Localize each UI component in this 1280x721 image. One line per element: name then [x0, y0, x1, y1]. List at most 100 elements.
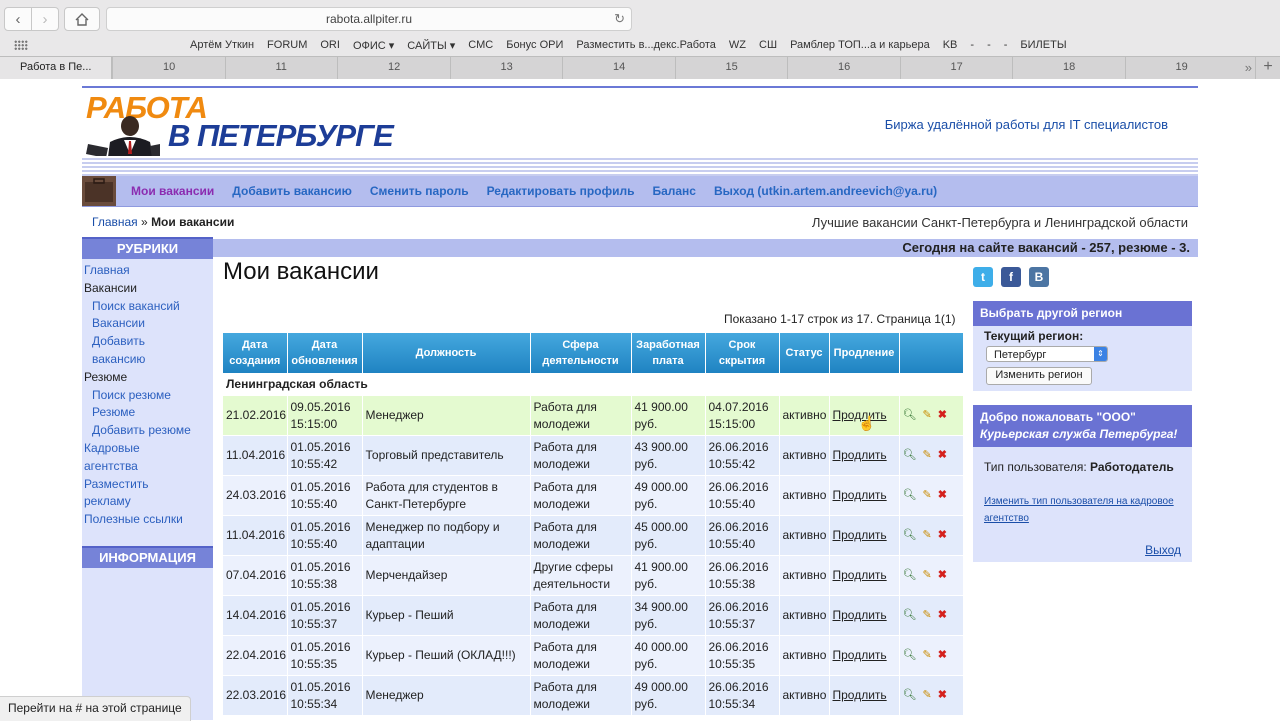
tab-item[interactable]: 11 [224, 57, 338, 79]
bookmark-item[interactable]: Разместить в...декс.Работа [576, 39, 716, 52]
logout-link[interactable]: Выход [1145, 543, 1181, 557]
apps-grid-icon[interactable] [14, 40, 28, 50]
facebook-icon[interactable]: f [1001, 267, 1021, 287]
forward-button[interactable]: › [32, 7, 59, 31]
tab-item[interactable]: 19 [1124, 57, 1238, 79]
bookmark-item[interactable]: - [1004, 39, 1008, 52]
prolong-link[interactable]: Продлить [829, 435, 900, 476]
prolong-link[interactable]: Продлить [829, 515, 900, 556]
menu-item[interactable]: Баланс [652, 184, 696, 198]
edit-icon[interactable]: ✎ [922, 407, 931, 424]
tab-item[interactable]: 14 [562, 57, 675, 79]
cell-updated: 01.05.2016 10:55:34 [287, 675, 363, 716]
edit-icon[interactable]: ✎ [922, 647, 931, 664]
logo-line2[interactable]: В ПЕТЕРБУРГЕ [168, 118, 394, 154]
reload-icon[interactable]: ↻ [614, 11, 625, 27]
bookmark-item[interactable]: СМС [468, 39, 493, 52]
tab-item[interactable]: 17 [899, 57, 1013, 79]
bookmark-item[interactable]: FORUM [267, 39, 307, 52]
view-icon[interactable]: 🔍︎ [903, 487, 917, 504]
view-icon[interactable]: 🔍︎ [903, 687, 917, 704]
tab-item[interactable]: 13 [449, 57, 563, 79]
menu-item[interactable]: Мои вакансии [131, 184, 214, 198]
bookmark-item[interactable]: ORI [320, 39, 340, 52]
menu-item[interactable]: Сменить пароль [370, 184, 469, 198]
edit-icon[interactable]: ✎ [922, 447, 931, 464]
back-button[interactable]: ‹ [4, 7, 32, 31]
prolong-link[interactable]: Продлить [829, 555, 900, 596]
prolong-link[interactable]: Продлить [829, 595, 900, 636]
delete-icon[interactable]: ✖ [938, 487, 947, 504]
change-region-button[interactable]: Изменить регион [986, 367, 1092, 385]
address-bar[interactable]: rabota.allpiter.ru ↻ [106, 7, 632, 31]
bookmark-item[interactable]: - [970, 39, 974, 52]
tab-item[interactable]: 18 [1012, 57, 1125, 79]
tab-overflow-icon[interactable]: » [1245, 57, 1252, 78]
bookmark-item[interactable]: Артём Уткин [190, 39, 254, 52]
user-type: Тип пользователя: Работодатель [984, 460, 1174, 474]
view-icon[interactable]: 🔍︎ [903, 447, 917, 464]
delete-icon[interactable]: ✖ [938, 607, 947, 624]
home-button[interactable] [64, 7, 100, 31]
edit-icon[interactable]: ✎ [922, 527, 931, 544]
bookmark-item[interactable]: Бонус ОРИ [506, 39, 563, 52]
bookmark-item[interactable]: - [987, 39, 991, 52]
edit-icon[interactable]: ✎ [922, 687, 931, 704]
prolong-link[interactable]: Продлить [829, 475, 900, 516]
delete-icon[interactable]: ✖ [938, 407, 947, 424]
delete-icon[interactable]: ✖ [938, 567, 947, 584]
view-icon[interactable]: 🔍︎ [903, 607, 917, 624]
breadcrumb-home[interactable]: Главная [92, 215, 138, 229]
twitter-icon[interactable]: t [973, 267, 993, 287]
view-icon[interactable]: 🔍︎ [903, 567, 917, 584]
delete-icon[interactable]: ✖ [938, 647, 947, 664]
sidebar-item[interactable]: Добавить [84, 333, 211, 351]
sidebar-item[interactable]: Главная [84, 262, 211, 280]
bookmark-item[interactable]: СШ [759, 39, 777, 52]
sidebar-item[interactable]: Поиск резюме [84, 387, 211, 405]
prolong-link[interactable]: Продлить [829, 675, 900, 716]
tab-item[interactable]: 10 [112, 57, 225, 79]
bookmark-item[interactable]: БИЛЕТЫ [1020, 39, 1066, 52]
sidebar-item[interactable]: Кадровые [84, 440, 211, 458]
edit-icon[interactable]: ✎ [922, 567, 931, 584]
sidebar-item[interactable]: Разместить [84, 476, 211, 494]
bookmark-item[interactable]: WZ [729, 39, 746, 52]
new-tab-button[interactable]: + [1255, 57, 1280, 79]
bookmark-item[interactable]: Рамблер ТОП...а и карьера [790, 39, 930, 52]
tab-active[interactable]: Работа в Пе... [0, 57, 112, 79]
region-select[interactable]: Петербург ⇕ [986, 346, 1108, 362]
table-row: 22.03.2016 01.05.2016 10:55:34 Менеджер Раб… [223, 675, 964, 716]
vk-icon[interactable]: B [1029, 267, 1049, 287]
bookmark-item[interactable]: ОФИС ▾ [353, 39, 394, 52]
sidebar-item[interactable]: Резюме [84, 404, 211, 422]
sidebar-item[interactable]: Добавить резюме [84, 422, 211, 440]
delete-icon[interactable]: ✖ [938, 527, 947, 544]
sidebar-item[interactable]: Поиск вакансий [84, 298, 211, 316]
delete-icon[interactable]: ✖ [938, 687, 947, 704]
sidebar-item[interactable]: Полезные ссылки [84, 511, 211, 529]
sidebar-item[interactable]: рекламу [84, 493, 211, 511]
sidebar-item[interactable]: вакансию [84, 351, 211, 369]
remote-work-link[interactable]: Биржа удалённой работы для IT специалист… [885, 117, 1168, 132]
sidebar-item[interactable]: Вакансии [84, 280, 211, 298]
edit-icon[interactable]: ✎ [922, 487, 931, 504]
delete-icon[interactable]: ✖ [938, 447, 947, 464]
bookmark-item[interactable]: KB [943, 39, 958, 52]
tab-item[interactable]: 12 [337, 57, 450, 79]
edit-icon[interactable]: ✎ [922, 607, 931, 624]
menu-item[interactable]: Редактировать профиль [487, 184, 635, 198]
sidebar-item[interactable]: Резюме [84, 369, 211, 387]
change-user-type-link[interactable]: Изменить тип пользователя на кадровое аг… [984, 493, 1174, 527]
sidebar-item[interactable]: Вакансии [84, 315, 211, 333]
menu-item[interactable]: Добавить вакансию [232, 184, 352, 198]
view-icon[interactable]: 🔍︎ [903, 647, 917, 664]
sidebar-item[interactable]: агентства [84, 458, 211, 476]
tab-item[interactable]: 16 [787, 57, 900, 79]
prolong-link[interactable]: Продлить [829, 635, 900, 676]
tab-item[interactable]: 15 [674, 57, 788, 79]
menu-item[interactable]: Выход (utkin.artem.andreevich@ya.ru) [714, 184, 937, 198]
view-icon[interactable]: 🔍︎ [903, 527, 917, 544]
bookmark-item[interactable]: САЙТЫ ▾ [407, 39, 455, 52]
view-icon[interactable]: 🔍︎ [903, 407, 917, 424]
